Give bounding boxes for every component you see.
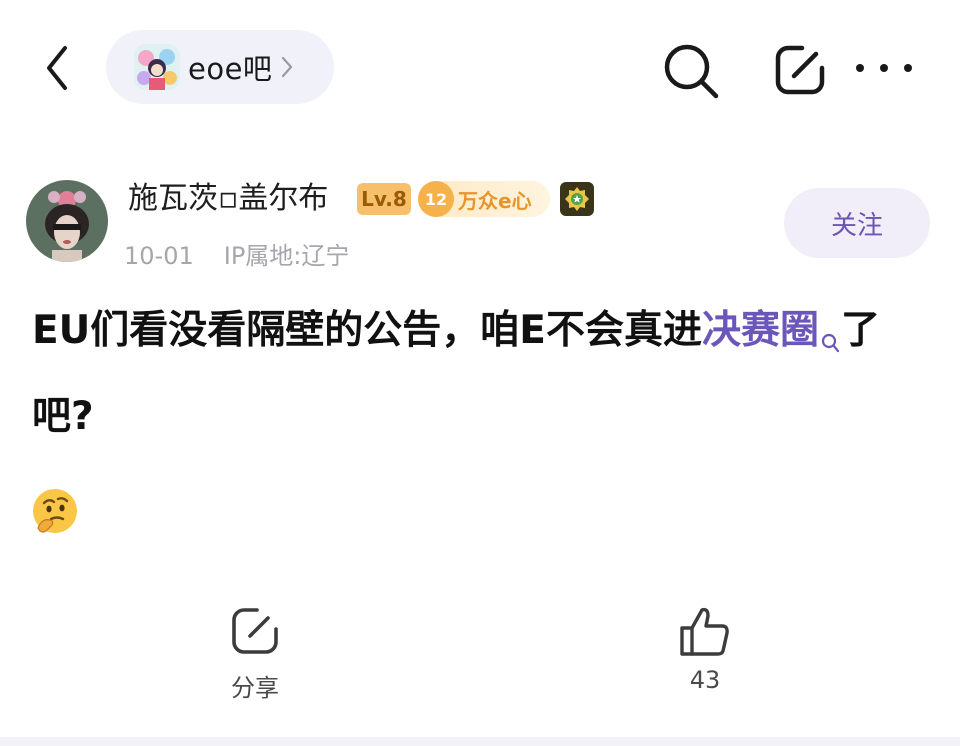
- chevron-right-icon: [280, 55, 294, 79]
- back-button[interactable]: [34, 40, 80, 96]
- share-label: 分享: [231, 674, 279, 702]
- bottom-divider: [0, 737, 960, 746]
- post-meta: 10-01 IP属地:辽宁: [124, 236, 349, 271]
- search-icon: [821, 306, 841, 380]
- thumbs-up-icon: [680, 607, 729, 656]
- forum-avatar: [134, 44, 180, 90]
- search-button[interactable]: [660, 40, 722, 102]
- topic-link-text: 决赛圈: [701, 308, 819, 353]
- more-button[interactable]: [856, 48, 912, 88]
- level-badge: Lv.8: [357, 183, 411, 215]
- thinking-face-icon: [30, 486, 80, 536]
- post-title: EU们看没看隔壁的公告，咱E不会真进决赛圈 了吧?: [32, 294, 937, 454]
- forum-link[interactable]: eoe吧: [106, 30, 334, 104]
- more-dot: [880, 64, 888, 72]
- chevron-left-icon: [47, 46, 67, 90]
- author-name[interactable]: 施瓦茨▫盖尔布: [128, 180, 328, 218]
- topic-link[interactable]: 决赛圈: [702, 308, 841, 353]
- share-button[interactable]: 分享: [205, 606, 305, 706]
- search-icon: [664, 44, 719, 99]
- post-title-text: EU们看没看隔壁的公告，咱E不会真进: [32, 308, 702, 353]
- fan-badge: 12 万众e心: [418, 181, 550, 217]
- ip-location: IP属地:辽宁: [223, 242, 350, 270]
- like-button[interactable]: 43: [655, 604, 755, 704]
- edit-button[interactable]: [770, 40, 830, 100]
- edit-icon: [775, 45, 825, 95]
- follow-button[interactable]: 关注: [784, 188, 930, 258]
- medal-icon: [560, 182, 594, 216]
- author-avatar[interactable]: [26, 180, 108, 262]
- more-dot: [904, 64, 912, 72]
- post-date: 10-01: [124, 242, 194, 270]
- like-count: 43: [689, 666, 721, 694]
- more-dot: [856, 64, 864, 72]
- fan-level: 12: [418, 181, 454, 217]
- share-icon: [232, 608, 278, 654]
- forum-name: eoe吧: [188, 52, 273, 86]
- fan-title: 万众e心: [458, 188, 532, 213]
